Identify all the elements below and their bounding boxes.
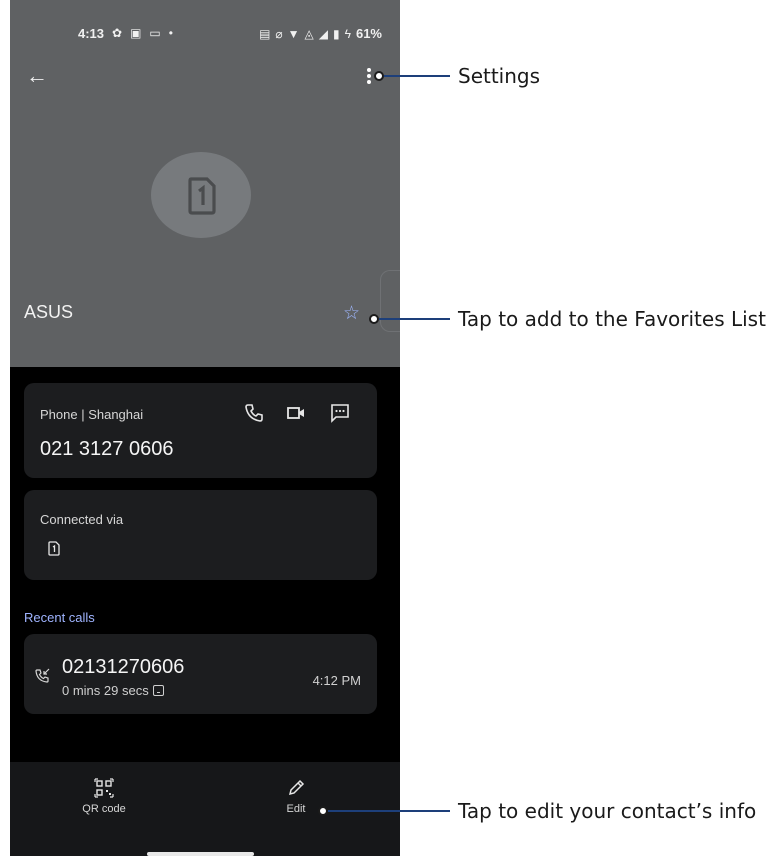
charging-icon: ϟ bbox=[344, 26, 351, 41]
phone-screen: 4:13 ✿ ▣ ▭ • ▤ ⌀ ▼ ◬ ◢ ▮ ϟ 61% ← ASUS ☆ … bbox=[10, 0, 400, 856]
settings-callout-dot bbox=[374, 71, 384, 81]
phone-icon[interactable] bbox=[244, 403, 264, 423]
favorites-callout-text: Tap to add to the Favorites List bbox=[458, 307, 766, 331]
edge-panel-handle[interactable] bbox=[380, 270, 400, 332]
qr-code-button[interactable]: QR code bbox=[64, 778, 144, 826]
settings-callout-line bbox=[384, 75, 450, 77]
edit-callout-dot bbox=[318, 806, 328, 816]
recent-call-number: 02131270606 bbox=[62, 656, 185, 678]
recent-call-item[interactable]: 02131270606 0 mins 29 secs 4:12 PM bbox=[24, 634, 377, 714]
recent-call-duration: 0 mins 29 secs bbox=[62, 683, 164, 698]
pencil-icon bbox=[288, 779, 305, 796]
home-indicator[interactable] bbox=[147, 852, 254, 856]
status-time: 4:13 bbox=[78, 26, 105, 41]
favorite-button[interactable]: ☆ bbox=[343, 304, 360, 324]
settings-callout-text: Settings bbox=[458, 64, 541, 88]
bottom-action-bar: QR code Edit bbox=[10, 762, 400, 856]
qr-code-icon bbox=[94, 778, 114, 798]
contact-avatar bbox=[151, 152, 251, 238]
recent-call-time: 4:12 PM bbox=[312, 673, 361, 688]
sim-card-icon bbox=[48, 541, 60, 556]
signal-icon: ◢ bbox=[318, 26, 328, 41]
phone-label: Phone | Shanghai bbox=[40, 407, 144, 422]
phone-number: 021 3127 0606 bbox=[40, 438, 174, 460]
back-arrow-icon: ← bbox=[26, 63, 48, 88]
battery-percent: 61% bbox=[355, 26, 382, 41]
gear-icon: ✿ bbox=[112, 26, 123, 40]
duration-text: 0 mins 29 secs bbox=[62, 683, 149, 698]
status-system-icons: ▤ ⌀ ▼ ◬ ◢ ▮ ϟ 61% bbox=[259, 26, 382, 41]
favorites-callout-dot bbox=[369, 314, 379, 324]
dot-icon: • bbox=[168, 26, 173, 40]
mute-icon: ⌀ bbox=[275, 26, 283, 41]
qr-code-label: QR code bbox=[82, 803, 126, 815]
recording-icon bbox=[152, 685, 164, 696]
back-button[interactable]: ← bbox=[26, 62, 50, 90]
connected-via-card: Connected via bbox=[24, 490, 377, 580]
phone-number-card[interactable]: Phone | Shanghai 021 3127 0606 bbox=[24, 383, 377, 478]
connected-via-label: Connected via bbox=[40, 512, 124, 527]
hotspot-icon: ◬ bbox=[304, 26, 314, 41]
edit-button[interactable]: Edit bbox=[256, 778, 336, 826]
edit-callout-text: Tap to edit your contact’s info bbox=[458, 799, 757, 823]
sim-card-icon bbox=[188, 177, 216, 215]
message-icon[interactable] bbox=[330, 403, 350, 423]
edit-callout-line bbox=[328, 810, 450, 812]
image-notification-icon: ▭ bbox=[149, 26, 161, 40]
status-bar: 4:13 ✿ ▣ ▭ • ▤ ⌀ ▼ ◬ ◢ ▮ ϟ 61% bbox=[10, 26, 400, 44]
contact-header: 4:13 ✿ ▣ ▭ • ▤ ⌀ ▼ ◬ ◢ ▮ ϟ 61% ← ASUS ☆ bbox=[10, 0, 400, 367]
download-notification-icon: ▣ bbox=[130, 26, 142, 40]
wifi-icon: ▼ bbox=[287, 26, 300, 41]
star-outline-icon: ☆ bbox=[343, 303, 361, 324]
favorites-callout-line bbox=[379, 318, 450, 320]
status-notification-icons: ✿ ▣ ▭ • bbox=[112, 26, 173, 40]
incoming-call-icon bbox=[35, 668, 50, 683]
contact-name: ASUS bbox=[24, 302, 74, 322]
nfc-icon: ▤ bbox=[259, 26, 271, 41]
recent-calls-title: Recent calls bbox=[24, 610, 95, 625]
video-icon[interactable] bbox=[286, 403, 306, 423]
battery-icon: ▮ bbox=[333, 26, 340, 41]
